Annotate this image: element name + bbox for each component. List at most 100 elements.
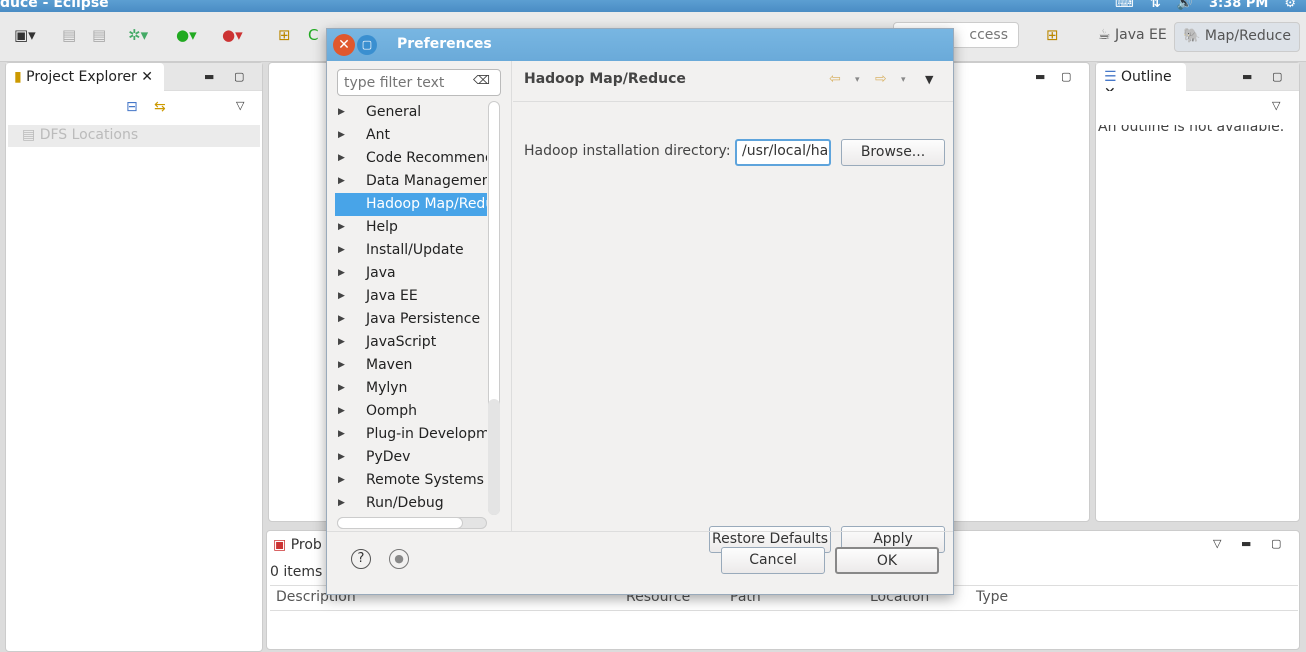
open-perspective-icon[interactable]: ⊞ [1046,26,1059,44]
java-ee-icon: ☕ [1098,27,1116,43]
tree-item[interactable]: ▶ Java EE [335,285,487,308]
close-icon[interactable]: ✕ [141,69,153,85]
clear-filter-icon[interactable]: ⌫ [473,73,490,87]
view-menu-icon[interactable]: ▽ [1213,537,1221,550]
tree-item-label: General [366,104,422,120]
dialog-title-bar: ✕ ▢ Preferences [327,29,953,61]
volume-icon[interactable]: 🔊 [1177,0,1193,11]
expand-arrow-icon[interactable]: ▶ [338,331,345,354]
expand-arrow-icon[interactable]: ▶ [338,377,345,400]
page-title: Hadoop Map/Reduce [524,71,686,87]
minimize-icon[interactable]: ▬ [1242,70,1252,83]
tab-outline[interactable]: ☰ Outline ✕ [1096,63,1186,101]
expand-arrow-icon[interactable]: ▶ [338,101,345,124]
tree-item[interactable]: ▶ Plug-in Developme [335,423,487,446]
expand-arrow-icon[interactable]: ▶ [338,446,345,469]
view-menu-icon[interactable]: ▽ [236,99,244,112]
expand-arrow-icon[interactable]: ▶ [338,170,345,193]
back-menu-icon[interactable]: ▾ [855,75,860,85]
tree-item[interactable]: ▶ Java Persistence [335,308,487,331]
maximize-icon[interactable]: ▢ [1271,537,1281,550]
tree-item[interactable]: ▶ JavaScript [335,331,487,354]
expand-arrow-icon[interactable]: ▶ [338,400,345,423]
tree-item[interactable]: ▶ General [335,101,487,124]
expand-arrow-icon[interactable]: ▶ [338,216,345,239]
expand-arrow-icon[interactable]: ▶ [338,147,345,170]
view-menu-icon[interactable]: ▽ [1272,99,1280,112]
ok-button[interactable]: OK [835,547,939,574]
tree-item[interactable]: ▶ Mylyn [335,377,487,400]
help-icon[interactable]: ? [351,549,371,569]
new-icon[interactable]: ▣▾ [14,26,36,44]
link-editor-icon[interactable]: ⇆ [154,99,166,115]
maximize-button[interactable]: ▢ [357,35,377,55]
tree-item-label: Data Management [366,173,487,189]
settings-icon[interactable]: ⚙ [1284,0,1296,11]
expand-arrow-icon[interactable]: ▶ [338,285,345,308]
tree-vertical-scrollbar-thumb[interactable] [488,399,500,515]
tree-item[interactable]: ▶ Java [335,262,487,285]
import-export-icon[interactable]: ● [389,549,409,569]
forward-menu-icon[interactable]: ▾ [901,75,906,85]
debug-icon[interactable]: ✲▾ [128,26,148,44]
browse-button[interactable]: Browse... [841,139,945,166]
expand-arrow-icon[interactable]: ▶ [338,124,345,147]
expand-arrow-icon[interactable]: ▶ [338,262,345,285]
page-menu-icon[interactable]: ▼ [925,73,933,86]
expand-arrow-icon[interactable]: ▶ [338,239,345,262]
tree-item[interactable]: ▶Hadoop Map/Redu [335,193,487,216]
maximize-icon[interactable]: ▢ [234,70,244,83]
clock[interactable]: 3:38 PM [1209,0,1268,11]
tree-item[interactable]: ▶ Data Management [335,170,487,193]
tree-item[interactable]: ▶ Remote Systems [335,469,487,492]
tree-item[interactable]: ▶ Ant [335,124,487,147]
tree-item[interactable]: ▶ Code Recommend [335,147,487,170]
minimize-icon[interactable]: ▬ [204,70,214,83]
hadoop-dir-input[interactable]: /usr/local/hadoop [735,139,831,166]
minimize-icon[interactable]: ▬ [1241,537,1251,550]
column-type[interactable]: Type [976,589,1008,605]
folder-icon: ▮ [14,69,22,85]
new-server-icon[interactable]: ⊞ [278,26,291,44]
expand-arrow-icon[interactable]: ▶ [338,423,345,446]
run-icon[interactable]: ●▾ [176,26,197,44]
external-tools-icon[interactable]: ●▾ [222,26,243,44]
perspective-map-reduce[interactable]: 🐘 Map/Reduce [1174,22,1300,52]
tree-item-dfs-locations[interactable]: ▤ DFS Locations [8,125,260,147]
cancel-button[interactable]: Cancel [721,547,825,574]
tree-item-label: Help [366,219,398,235]
maximize-icon[interactable]: ▢ [1061,70,1071,83]
close-button[interactable]: ✕ [333,34,355,56]
expand-arrow-icon[interactable]: ▶ [338,492,345,515]
tree-item[interactable]: ▶ Maven [335,354,487,377]
tree-item-label: Hadoop Map/Redu [366,196,487,212]
tree-item[interactable]: ▶ Install/Update [335,239,487,262]
tree-item[interactable]: ▶ Oomph [335,400,487,423]
new-class-icon[interactable]: C [308,26,318,44]
expand-arrow-icon[interactable]: ▶ [338,308,345,331]
problems-count: 0 items [270,564,323,580]
forward-icon[interactable]: ⇨ [875,71,887,87]
tree-item[interactable]: ▶ PyDev [335,446,487,469]
save-icon[interactable]: ▤ [62,26,76,44]
minimize-icon[interactable]: ▬ [1035,70,1045,83]
maximize-icon[interactable]: ▢ [1272,70,1282,83]
divider [511,61,512,531]
expand-arrow-icon[interactable]: ▶ [338,354,345,377]
tree-item[interactable]: ▶ Run/Debug [335,492,487,515]
project-explorer-panel: ▮ Project Explorer ✕ ▬ ▢ ⊟ ⇆ ▽ ▤ DFS Locati… [5,62,263,652]
tab-problems[interactable]: ▣ Prob [273,537,322,553]
save-all-icon[interactable]: ▤ [92,26,106,44]
tree-item[interactable]: ▶ Help [335,216,487,239]
hadoop-dir-label: Hadoop installation directory: [524,143,731,159]
network-icon[interactable]: ⇅ [1150,0,1161,11]
expand-arrow-icon[interactable]: ▶ [338,469,345,492]
collapse-all-icon[interactable]: ⊟ [126,99,138,115]
keyboard-icon[interactable]: ⌨ [1115,0,1134,11]
tree-item-label: Oomph [366,403,417,419]
perspective-java-ee[interactable]: ☕ Java EE [1090,22,1175,52]
tree-horizontal-scrollbar-thumb[interactable] [337,517,463,529]
tab-project-explorer[interactable]: ▮ Project Explorer ✕ [6,63,164,91]
tree-item-label: Java Persistence [366,311,481,327]
back-icon[interactable]: ⇦ [829,71,841,87]
